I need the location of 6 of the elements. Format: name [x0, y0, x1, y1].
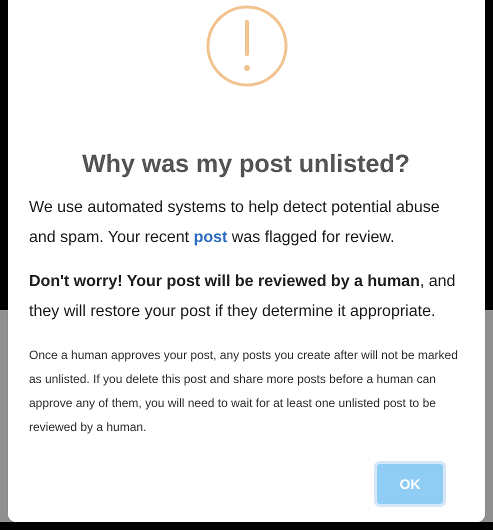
note-paragraph: Once a human approves your post, any posts you create after will not be marked as unlisted. If you delete this post and share more posts before a human can approve any of them, you will need to wait for at least one unlisted post to be reviewed by a human. [29, 347, 459, 436]
warning-icon [205, 4, 289, 88]
dialog-title: Why was my post unlisted? [81, 150, 411, 179]
reassurance-paragraph: Don't worry! Your post will be reviewed by a human, and they will restore your post if they determine it appropriate. [29, 272, 456, 322]
post-link[interactable]: post [194, 229, 228, 246]
intro-paragraph: We use automated systems to help detect potential abuse and spam. Your recent post was flagged for review. [29, 198, 441, 248]
